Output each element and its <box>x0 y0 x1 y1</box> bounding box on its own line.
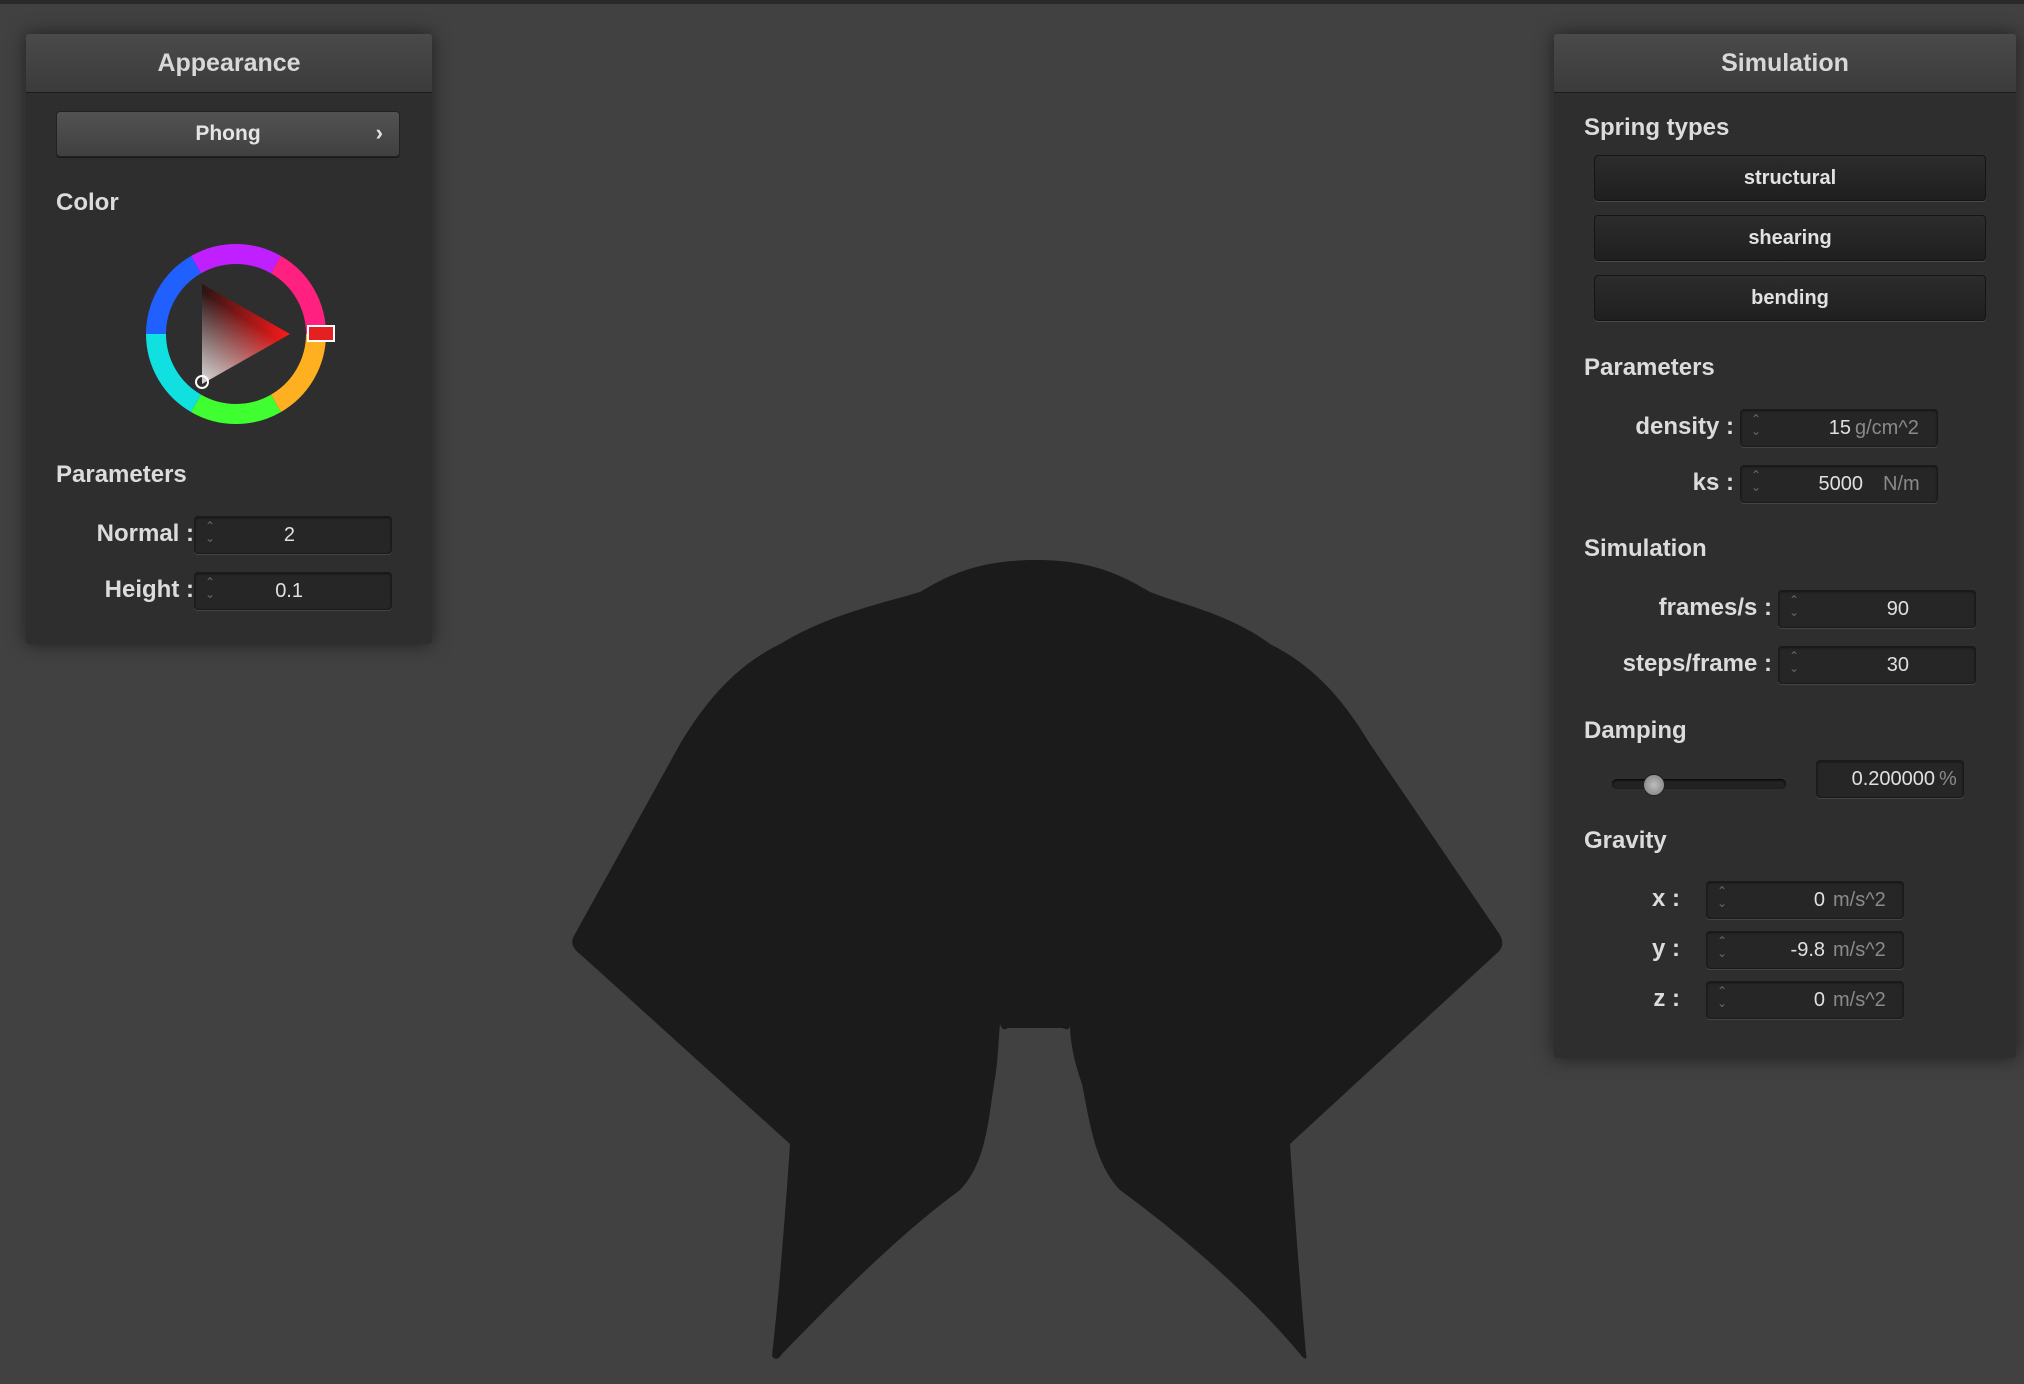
gravity-z-value: 0 <box>1813 989 1825 1011</box>
color-section-label: Color <box>56 189 119 216</box>
simulation-parameters-label: Parameters <box>1584 354 1715 381</box>
ks-label: ks : <box>1692 469 1734 496</box>
ks-input[interactable]: ⌃ ⌄ 5000 N/m <box>1740 465 1938 503</box>
gravity-x-value: 0 <box>1813 889 1825 911</box>
density-label: density : <box>1635 413 1734 440</box>
damping-value: 0.200000 <box>1851 768 1935 790</box>
slider-knob[interactable] <box>1643 774 1665 796</box>
fps-label: frames/s : <box>1658 594 1772 621</box>
spinner-icon[interactable]: ⌃ ⌄ <box>203 576 217 606</box>
hue-selector-handle[interactable] <box>307 325 335 342</box>
gravity-x-label: x : <box>1651 885 1680 912</box>
damping-slider[interactable] <box>1612 770 1786 798</box>
gravity-label: Gravity <box>1584 827 1667 854</box>
damping-unit: % <box>1939 768 1957 790</box>
height-value: 0.1 <box>275 580 303 602</box>
ks-unit: N/m <box>1883 473 1920 495</box>
shader-select-label: Phong <box>195 122 261 145</box>
density-unit: g/cm^2 <box>1855 417 1919 439</box>
spinner-icon[interactable]: ⌃ ⌄ <box>1749 469 1763 499</box>
gravity-x-unit: m/s^2 <box>1833 889 1886 911</box>
damping-label: Damping <box>1584 717 1687 744</box>
bending-spring-toggle[interactable]: bending <box>1594 275 1986 321</box>
damping-input[interactable]: 0.200000 % <box>1816 760 1964 798</box>
spinner-icon[interactable]: ⌃ ⌄ <box>1715 885 1729 915</box>
spinner-icon[interactable]: ⌃ ⌄ <box>1787 650 1801 680</box>
spinner-icon[interactable]: ⌃ ⌄ <box>203 520 217 550</box>
chevron-right-icon: › <box>375 120 383 145</box>
appearance-panel-title: Appearance <box>26 34 432 93</box>
gravity-z-unit: m/s^2 <box>1833 989 1886 1011</box>
spinner-icon[interactable]: ⌃ ⌄ <box>1787 594 1801 624</box>
spinner-icon[interactable]: ⌃ ⌄ <box>1715 985 1729 1015</box>
simulation-panel: Simulation Spring types structural shear… <box>1554 34 2016 1058</box>
fps-value: 90 <box>1886 598 1909 620</box>
density-input[interactable]: ⌃ ⌄ 15 g/cm^2 <box>1740 409 1938 447</box>
spinner-icon[interactable]: ⌃ ⌄ <box>1715 935 1729 965</box>
shader-select-button[interactable]: Phong › <box>56 111 400 157</box>
density-value: 15 <box>1828 417 1851 439</box>
normal-label: Normal : <box>96 520 194 547</box>
gravity-y-value: -9.8 <box>1790 939 1825 961</box>
height-input[interactable]: ⌃ ⌄ 0.1 <box>194 572 392 610</box>
appearance-panel: Appearance Phong › Color Parameters Norm… <box>26 34 432 644</box>
gravity-y-label: y : <box>1651 935 1680 962</box>
simulation-section-label: Simulation <box>1584 535 1707 562</box>
gravity-y-input[interactable]: ⌃ ⌄ -9.8 m/s^2 <box>1706 931 1904 969</box>
gravity-x-input[interactable]: ⌃ ⌄ 0 m/s^2 <box>1706 881 1904 919</box>
normal-value: 2 <box>283 524 295 546</box>
gravity-y-unit: m/s^2 <box>1833 939 1886 961</box>
height-label: Height : <box>104 576 194 603</box>
structural-spring-toggle[interactable]: structural <box>1594 155 1986 201</box>
slider-track <box>1612 779 1786 789</box>
simulation-panel-title: Simulation <box>1554 34 2016 93</box>
normal-input[interactable]: ⌃ ⌄ 2 <box>194 516 392 554</box>
spring-types-label: Spring types <box>1584 114 1730 141</box>
gravity-z-input[interactable]: ⌃ ⌄ 0 m/s^2 <box>1706 981 1904 1019</box>
shearing-spring-toggle[interactable]: shearing <box>1594 215 1986 261</box>
spinner-icon[interactable]: ⌃ ⌄ <box>1749 413 1763 443</box>
gravity-z-label: z : <box>1653 985 1680 1012</box>
ks-value: 5000 <box>1818 473 1864 495</box>
fps-input[interactable]: ⌃ ⌄ 90 <box>1778 590 1976 628</box>
color-wheel[interactable] <box>136 234 336 434</box>
appearance-parameters-label: Parameters <box>56 461 187 488</box>
steps-label: steps/frame : <box>1622 650 1772 677</box>
cloth-mesh <box>572 560 1503 1359</box>
steps-value: 30 <box>1886 654 1909 676</box>
steps-input[interactable]: ⌃ ⌄ 30 <box>1778 646 1976 684</box>
